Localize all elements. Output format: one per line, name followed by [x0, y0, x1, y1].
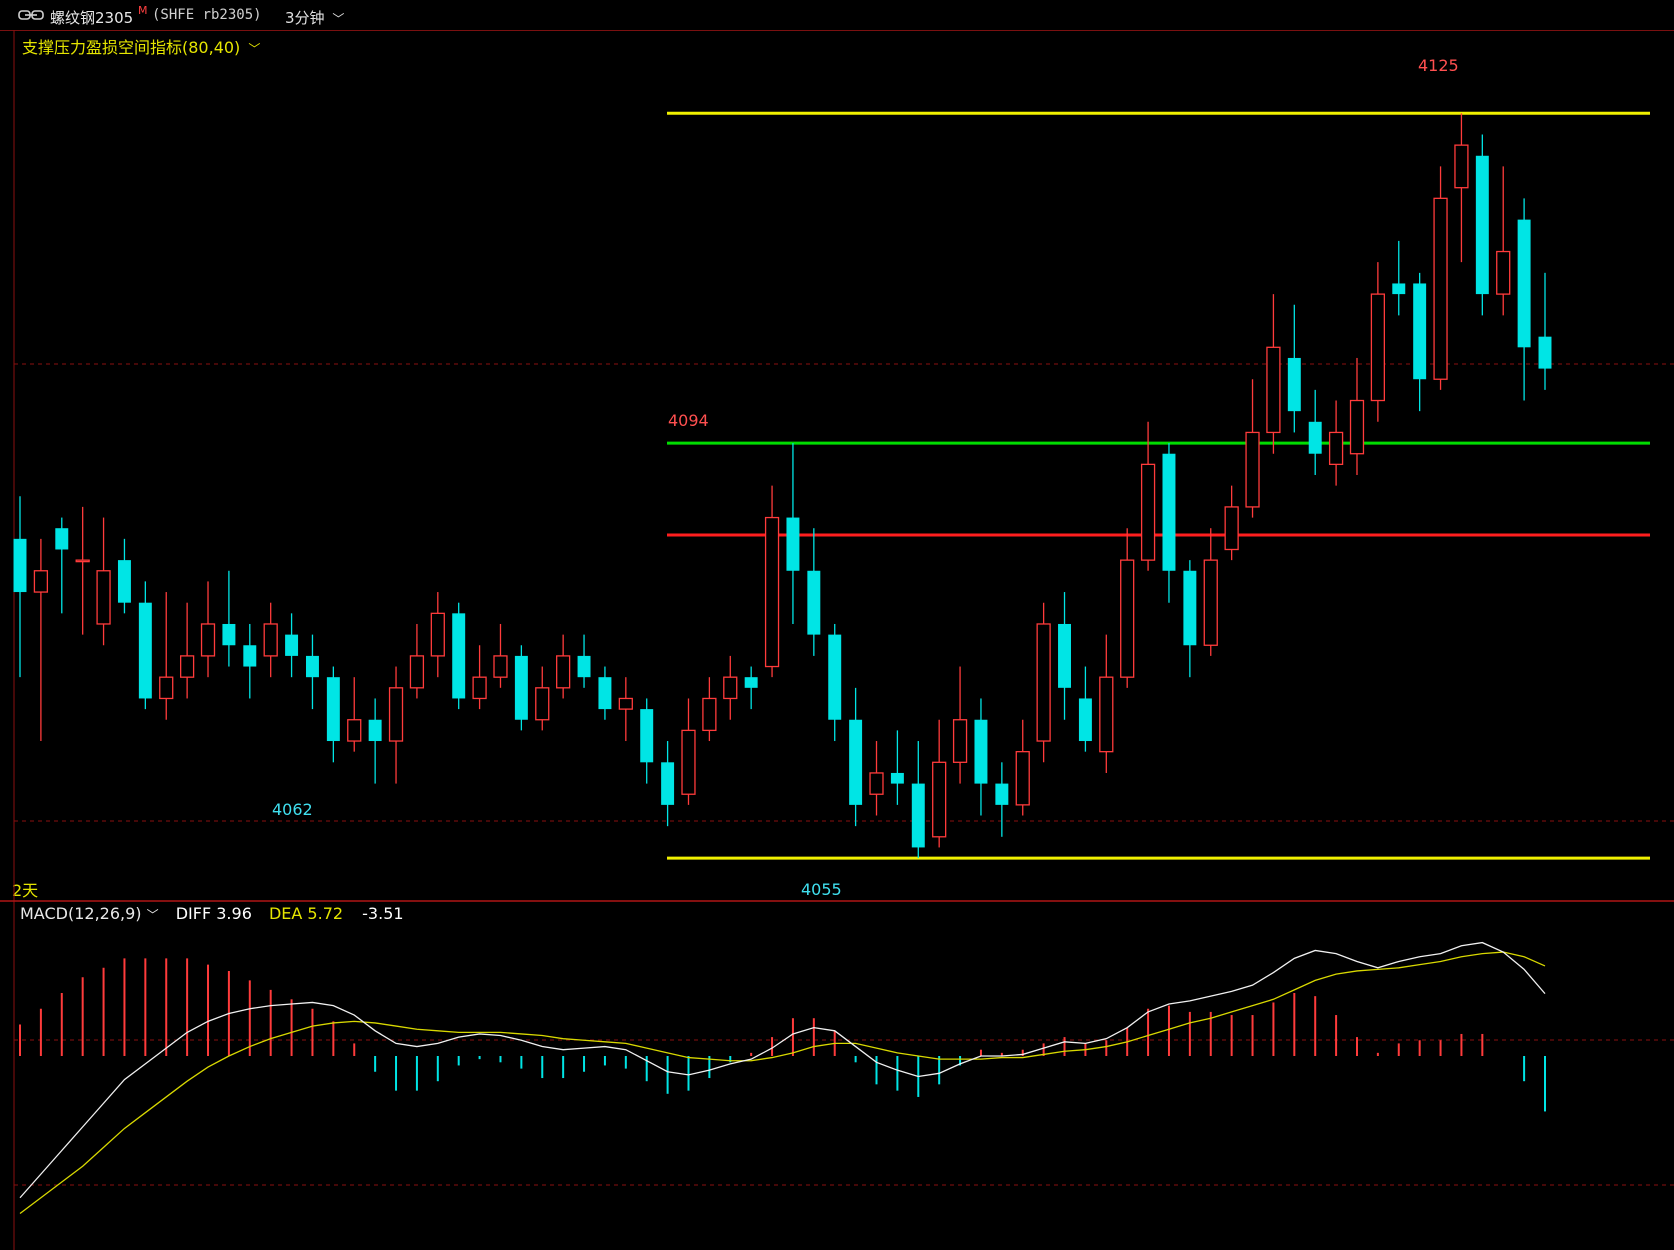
- candle-up[interactable]: [1245, 431, 1260, 508]
- candle-up[interactable]: [409, 655, 425, 689]
- candle-up[interactable]: [1140, 463, 1156, 561]
- candle-up[interactable]: [869, 772, 884, 795]
- candle-down[interactable]: [222, 623, 236, 646]
- candle-up[interactable]: [618, 697, 633, 710]
- candle-up[interactable]: [75, 559, 90, 563]
- candle-up[interactable]: [1349, 399, 1365, 455]
- macd-value: -3.51: [362, 904, 404, 923]
- candle-down[interactable]: [1058, 623, 1071, 688]
- price-label-high: 4125: [1418, 56, 1459, 75]
- chevron-down-icon: ﹀: [146, 908, 159, 922]
- candle-up[interactable]: [430, 612, 445, 657]
- macd-header: MACD(12,26,9) ﹀ DIFF 3.96 DEA 5.72 -3.51: [20, 904, 404, 923]
- candle-down[interactable]: [598, 677, 612, 710]
- candle-down[interactable]: [1392, 283, 1406, 295]
- candle-up[interactable]: [1015, 751, 1030, 806]
- candle-up[interactable]: [723, 676, 738, 700]
- candle-down[interactable]: [55, 528, 69, 550]
- candle-down[interactable]: [243, 645, 257, 667]
- candle-down[interactable]: [1413, 283, 1427, 380]
- candle-down[interactable]: [1538, 336, 1552, 369]
- candle-up[interactable]: [556, 655, 571, 689]
- candle-up[interactable]: [347, 719, 362, 742]
- candle-down[interactable]: [1517, 219, 1531, 348]
- candle-down[interactable]: [1162, 453, 1176, 571]
- candle-down[interactable]: [1308, 421, 1322, 454]
- candle-up[interactable]: [681, 729, 696, 795]
- candle-up[interactable]: [1454, 144, 1469, 189]
- candle-up[interactable]: [1266, 346, 1281, 434]
- candle-down[interactable]: [849, 719, 863, 805]
- macd-title: MACD(12,26,9): [20, 904, 142, 923]
- candle-down[interactable]: [1287, 357, 1301, 412]
- candle-up[interactable]: [1120, 559, 1135, 678]
- candle-up[interactable]: [179, 655, 195, 678]
- candle-down[interactable]: [786, 517, 800, 571]
- diff-line: [19, 941, 1546, 1199]
- candle-up[interactable]: [263, 623, 278, 657]
- candle-up[interactable]: [702, 697, 717, 732]
- candle-down[interactable]: [1078, 698, 1092, 742]
- macd-dea-value: DEA 5.72: [268, 904, 344, 923]
- candle-up[interactable]: [535, 687, 550, 721]
- candle-up[interactable]: [1496, 250, 1511, 295]
- macd-diff-value: DIFF 3.96: [175, 904, 252, 923]
- candle-up[interactable]: [33, 570, 49, 593]
- candle-up[interactable]: [1328, 431, 1344, 466]
- candle-up[interactable]: [1203, 559, 1218, 646]
- candle-down[interactable]: [13, 538, 27, 593]
- macd-histogram: [19, 958, 1546, 1112]
- candle-up[interactable]: [1370, 293, 1386, 402]
- candle-down[interactable]: [828, 634, 842, 720]
- candle-down[interactable]: [640, 709, 654, 763]
- macd-selector[interactable]: MACD(12,26,9) ﹀: [20, 904, 164, 923]
- candle-down[interactable]: [305, 655, 319, 678]
- candle-down[interactable]: [368, 719, 382, 742]
- candle-up[interactable]: [200, 623, 216, 657]
- price-label-mid: 4094: [668, 411, 709, 430]
- candle-up[interactable]: [1099, 676, 1114, 753]
- candle-up[interactable]: [493, 655, 508, 678]
- candle-down[interactable]: [326, 677, 340, 742]
- candle-down[interactable]: [890, 772, 904, 784]
- candle-down[interactable]: [1183, 570, 1197, 646]
- candle-up[interactable]: [932, 761, 947, 838]
- candle-down[interactable]: [138, 602, 152, 699]
- price-label-low: 4062: [272, 800, 313, 819]
- candle-down[interactable]: [807, 570, 821, 635]
- candle-down[interactable]: [974, 719, 988, 784]
- candlestick-chart[interactable]: [0, 0, 1674, 1250]
- dea-line: [19, 951, 1546, 1215]
- candle-up[interactable]: [159, 676, 174, 700]
- candle-down[interactable]: [744, 677, 758, 688]
- candle-up[interactable]: [952, 719, 968, 763]
- candle-up[interactable]: [472, 676, 487, 700]
- candle-down[interactable]: [1475, 155, 1489, 295]
- price-label-lowest: 4055: [801, 880, 842, 899]
- candle-up[interactable]: [764, 516, 780, 668]
- candle-down[interactable]: [911, 783, 925, 848]
- candle-down[interactable]: [514, 655, 528, 720]
- candle-down[interactable]: [577, 655, 591, 678]
- candle-up[interactable]: [388, 687, 404, 742]
- candle-down[interactable]: [661, 762, 675, 805]
- candle-up[interactable]: [1224, 506, 1239, 551]
- candle-up[interactable]: [1036, 623, 1051, 742]
- candle-down[interactable]: [452, 613, 466, 699]
- candle-up[interactable]: [96, 570, 111, 625]
- candle-down[interactable]: [285, 634, 299, 656]
- candle-down[interactable]: [117, 560, 131, 603]
- candle-up[interactable]: [1433, 197, 1448, 380]
- candles-group: [13, 113, 1552, 859]
- candle-down[interactable]: [995, 783, 1009, 805]
